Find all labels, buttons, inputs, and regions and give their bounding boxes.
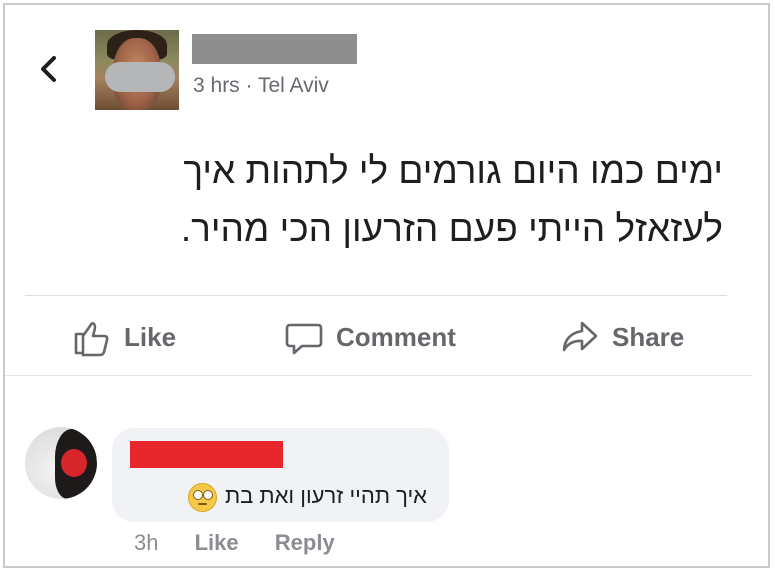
share-button[interactable]: Share	[560, 312, 684, 362]
comment-like-button[interactable]: Like	[195, 530, 239, 555]
redacted-author-name[interactable]	[192, 34, 357, 64]
like-label: Like	[124, 321, 177, 352]
comment-text-body: איך תהיי זרעון ואת בת	[224, 483, 427, 508]
author-avatar[interactable]	[95, 30, 179, 110]
commenter-avatar[interactable]	[25, 427, 97, 499]
post-meta: 3 hrs · Tel Aviv	[193, 74, 329, 97]
comment-text: איך תהיי זרעון ואת בת	[135, 480, 427, 512]
post-text-line-2: לעזאזל הייתי פעם הזרעון הכי מהיר.	[180, 208, 723, 249]
comment-reply-button[interactable]: Reply	[275, 530, 335, 555]
blurred-face	[105, 62, 175, 92]
redacted-face	[61, 449, 87, 477]
post-text-line-1: ימים כמו היום גורמים לי לתהות איך	[183, 150, 723, 191]
redacted-commenter-name[interactable]	[130, 441, 283, 468]
comment-time: 3h	[134, 530, 159, 555]
comments-divider	[5, 375, 752, 376]
thumbs-up-icon	[74, 322, 109, 357]
eye-roll-emoji-icon	[187, 482, 217, 512]
share-icon	[562, 321, 598, 352]
like-button[interactable]: Like	[72, 312, 176, 362]
post-text: ימים כמו היום גורמים לי לתהות איך לעזאזל…	[73, 142, 723, 258]
back-arrow-icon[interactable]	[34, 54, 64, 84]
comment-button[interactable]: Comment	[284, 312, 456, 362]
share-label: Share	[612, 321, 685, 352]
comment-icon	[285, 323, 323, 355]
divider	[25, 295, 727, 296]
comment-actions: 3h Like Reply	[134, 530, 365, 556]
comment-label: Comment	[336, 321, 456, 352]
